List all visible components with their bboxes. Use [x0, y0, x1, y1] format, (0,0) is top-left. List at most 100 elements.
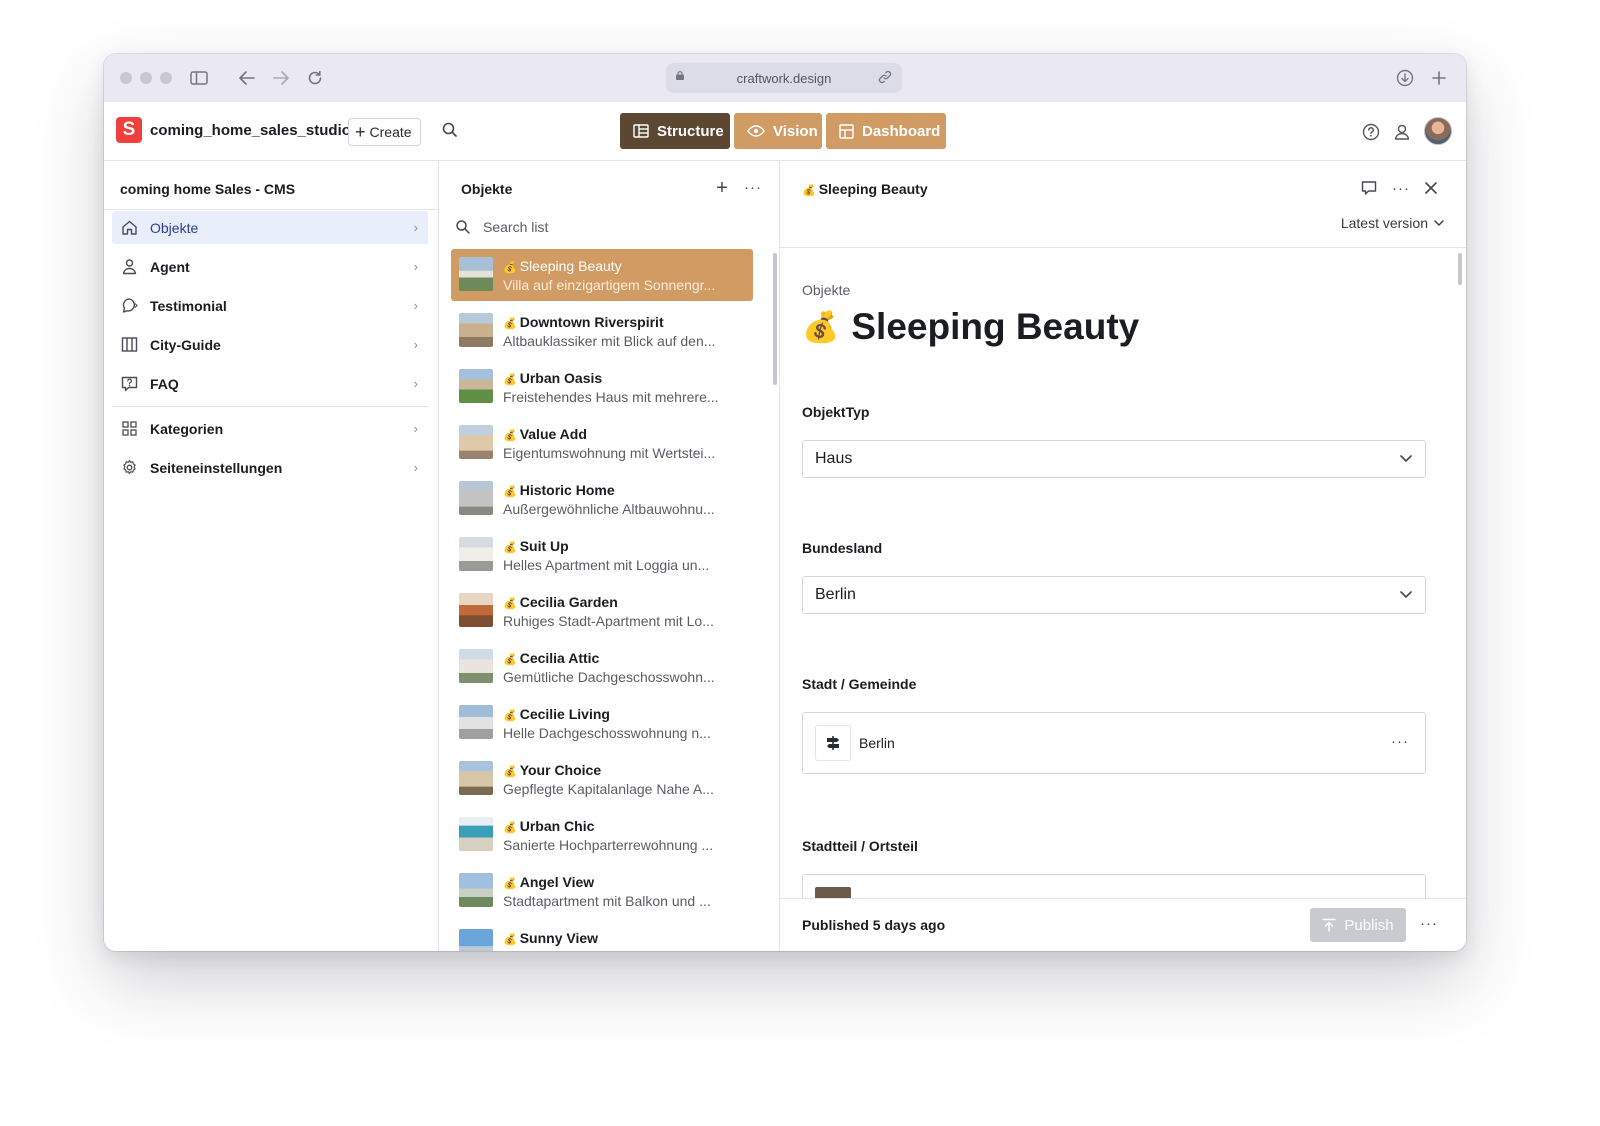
field-label-bundesland: Bundesland — [802, 540, 883, 556]
list-item-title-text: Your Choice — [519, 762, 602, 778]
window-zoom-dot[interactable] — [160, 72, 172, 84]
list-item[interactable]: 💰 Angel View Stadtapartment mit Balkon un… — [451, 865, 753, 917]
list-item-title: 💰 Urban Chic — [503, 818, 594, 834]
stadt-value: Berlin — [859, 735, 895, 751]
objekttyp-select[interactable]: Haus — [802, 440, 1426, 478]
list-item-title-text: Cecilie Living — [519, 706, 610, 722]
window-close-dot[interactable] — [120, 72, 132, 84]
money-bag-icon: 💰 — [503, 486, 517, 498]
user-activity-icon[interactable] — [1392, 122, 1412, 142]
list-item[interactable]: 💰 Sunny View — [451, 921, 753, 951]
list-more-icon[interactable]: ··· — [743, 179, 763, 197]
list-item-title-text: Suit Up — [519, 538, 569, 554]
publish-button[interactable]: Publish — [1310, 908, 1406, 942]
list-item[interactable]: 💰 Cecilia Garden Ruhiges Stadt-Apartment … — [451, 585, 753, 637]
list-item[interactable]: 💰 Value Add Eigentumswohnung mit Wertstei… — [451, 417, 753, 469]
list-item[interactable]: 💰 Downtown Riverspirit Altbauklassiker mi… — [451, 305, 753, 357]
chevron-down-icon — [1399, 587, 1413, 601]
list-item[interactable]: 💰 Your Choice Gepflegte Kapitalanlage Nah… — [451, 753, 753, 805]
chevron-right-icon: › — [413, 460, 418, 475]
sidebar-item-faq[interactable]: FAQ › — [112, 367, 428, 400]
list-item[interactable]: 💰 Sleeping Beauty Villa auf einzigartigem… — [451, 249, 753, 301]
document-title-text: Sleeping Beauty — [851, 306, 1140, 347]
new-tab-plus-icon[interactable] — [1428, 67, 1450, 89]
comment-icon[interactable] — [1360, 179, 1378, 197]
stadt-reference-field[interactable]: Berlin ··· — [802, 712, 1426, 774]
sidebar-item-label: City-Guide — [150, 337, 221, 353]
list-item-subtitle: Freistehendes Haus mit mehrere... — [503, 389, 719, 405]
document-editor-pane: 💰 Sleeping Beauty ··· Latest version Obje… — [780, 161, 1466, 951]
home-icon — [121, 219, 138, 236]
list-item-title: 💰 Cecilia Garden — [503, 594, 618, 610]
sidebar-item-city-guide[interactable]: City-Guide › — [112, 328, 428, 361]
create-button[interactable]: + Create — [348, 118, 421, 146]
list-item-title: 💰 Cecilie Living — [503, 706, 610, 722]
studio-name[interactable]: coming_home_sales_studio — [150, 122, 351, 139]
money-bag-icon: 💰 — [503, 766, 517, 778]
sidebar-toggle-icon[interactable] — [188, 67, 210, 89]
list-item-subtitle: Villa auf einzigartigem Sonnengr... — [503, 277, 716, 293]
search-input[interactable] — [481, 218, 745, 236]
field-label-stadt: Stadt / Gemeinde — [802, 676, 917, 692]
link-icon[interactable] — [878, 70, 892, 84]
sidebar-pane: coming home Sales - CMS Objekte › Agent … — [104, 161, 439, 951]
browser-toolbar: craftwork.design — [104, 54, 1466, 103]
list-item-subtitle: Helle Dachgeschosswohnung n... — [503, 725, 711, 741]
back-arrow-icon[interactable] — [236, 67, 258, 89]
forward-arrow-icon[interactable] — [270, 67, 292, 89]
list-item[interactable]: 💰 Urban Oasis Freistehendes Haus mit mehr… — [451, 361, 753, 413]
list-item[interactable]: 💰 Cecilie Living Helle Dachgeschosswohnun… — [451, 697, 753, 749]
sidebar-item-label: Agent — [150, 259, 190, 275]
list-item-title-text: Urban Oasis — [519, 370, 603, 386]
list-item[interactable]: 💰 Urban Chic Sanierte Hochparterrewohnung… — [451, 809, 753, 861]
chevron-right-icon: › — [413, 376, 418, 391]
list-item[interactable]: 💰 Suit Up Helles Apartment mit Loggia un.… — [451, 529, 753, 581]
tool-dashboard-button[interactable]: Dashboard — [826, 113, 946, 149]
list-item-title-text: Sleeping Beauty — [519, 258, 622, 274]
search-icon[interactable] — [441, 121, 461, 141]
sidebar-header-divider — [104, 209, 438, 210]
sidebar-item-label: FAQ — [150, 376, 179, 392]
help-circle-icon[interactable] — [1361, 122, 1381, 142]
list-item[interactable]: 💰 Historic Home Außergewöhnliche Altbauwo… — [451, 473, 753, 525]
tool-structure-button[interactable]: Structure — [620, 113, 730, 149]
browser-window: craftwork.design S coming_home_sales_stu… — [104, 54, 1466, 951]
list-scrollbar[interactable] — [773, 253, 777, 385]
sidebar-item-kategorien[interactable]: Kategorien › — [112, 412, 428, 445]
add-document-plus-icon[interactable]: + — [713, 178, 731, 198]
document-title: 💰 Sleeping Beauty — [802, 306, 1139, 348]
address-bar[interactable]: craftwork.design — [666, 63, 902, 93]
download-icon[interactable] — [1394, 67, 1416, 89]
reload-icon[interactable] — [304, 67, 326, 89]
plus-icon: + — [355, 122, 366, 142]
sidebar-item-objekte[interactable]: Objekte › — [112, 211, 428, 244]
window-minimize-dot[interactable] — [140, 72, 152, 84]
document-more-icon[interactable]: ··· — [1392, 179, 1410, 197]
sidebar-item-seiteneinstellungen[interactable]: Seiteneinstellungen › — [112, 451, 428, 484]
close-icon[interactable] — [1422, 179, 1440, 197]
list-item-title-text: Cecilia Attic — [519, 650, 600, 666]
list-item-title-text: Historic Home — [519, 482, 615, 498]
reference-more-icon[interactable]: ··· — [1391, 733, 1409, 750]
footer-more-icon[interactable]: ··· — [1420, 915, 1438, 932]
avatar[interactable] — [1424, 117, 1452, 145]
stadtteil-reference-field[interactable] — [802, 874, 1426, 899]
studio-logo[interactable]: S — [116, 117, 142, 143]
list-item[interactable]: 💰 Cecilia Attic Gemütliche Dachgeschosswo… — [451, 641, 753, 693]
version-select[interactable]: Latest version — [1341, 215, 1444, 231]
grid-icon — [121, 420, 138, 437]
sidebar-title: coming home Sales - CMS — [120, 181, 296, 197]
money-bag-icon: 💰 — [503, 934, 517, 946]
tool-vision-button[interactable]: Vision — [734, 113, 822, 149]
property-thumbnail — [459, 593, 493, 627]
bundesland-select[interactable]: Berlin — [802, 576, 1426, 614]
app-header: S coming_home_sales_studio + Create Stru… — [104, 102, 1466, 161]
sidebar-item-testimonial[interactable]: Testimonial › — [112, 289, 428, 322]
sidebar-item-agent[interactable]: Agent › — [112, 250, 428, 283]
money-bag-icon: 💰 — [503, 654, 517, 666]
help-icon — [121, 375, 138, 392]
chevron-down-icon — [1434, 220, 1444, 226]
money-bag-icon: 💰 — [802, 310, 840, 344]
list-item-subtitle: Helles Apartment mit Loggia un... — [503, 557, 710, 573]
list-search — [455, 213, 755, 241]
